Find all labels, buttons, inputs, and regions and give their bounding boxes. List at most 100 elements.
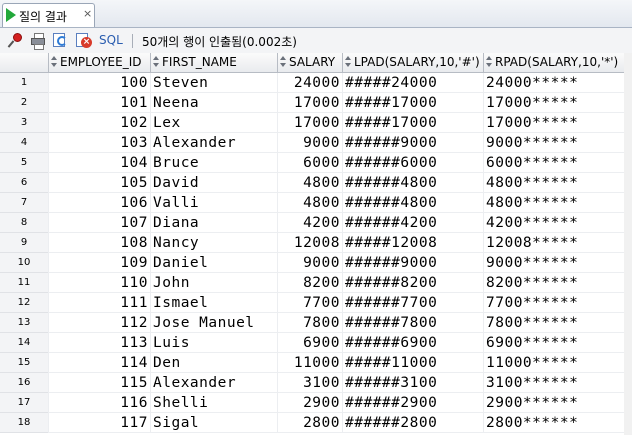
cell-employee-id[interactable]: 100 <box>48 73 150 93</box>
table-row[interactable]: 13 112 Jose Manuel 7800 ######7800 7800****** <box>0 313 632 333</box>
cell-lpad[interactable]: ######4800 <box>342 193 483 213</box>
cell-salary[interactable]: 8200 <box>277 273 342 293</box>
cell-first-name[interactable]: Ismael <box>150 293 277 313</box>
cell-lpad[interactable]: #####17000 <box>342 93 483 113</box>
print-icon[interactable] <box>30 32 46 50</box>
table-row[interactable]: 2 101 Neena 17000 #####17000 17000***** <box>0 93 632 113</box>
cell-rpad[interactable]: 9000****** <box>483 133 624 153</box>
table-row[interactable]: 17 116 Shelli 2900 ######2900 2900****** <box>0 393 632 413</box>
cell-lpad[interactable]: ######9000 <box>342 133 483 153</box>
cell-lpad[interactable]: ######4200 <box>342 213 483 233</box>
cell-rpad[interactable]: 7700****** <box>483 293 624 313</box>
cell-salary[interactable]: 17000 <box>277 93 342 113</box>
row-number[interactable]: 11 <box>0 273 48 293</box>
cell-salary[interactable]: 6000 <box>277 153 342 173</box>
cell-rpad[interactable]: 2800****** <box>483 413 624 433</box>
cell-rpad[interactable]: 17000***** <box>483 93 624 113</box>
cell-employee-id[interactable]: 115 <box>48 373 150 393</box>
row-number[interactable]: 15 <box>0 353 48 373</box>
row-number[interactable]: 8 <box>0 213 48 233</box>
row-number[interactable]: 4 <box>0 133 48 153</box>
cell-first-name[interactable]: Alexander <box>150 373 277 393</box>
cell-salary[interactable]: 2800 <box>277 413 342 433</box>
cell-rpad[interactable]: 4800****** <box>483 193 624 213</box>
table-row[interactable]: 12 111 Ismael 7700 ######7700 7700****** <box>0 293 632 313</box>
table-row[interactable]: 15 114 Den 11000 #####11000 11000***** <box>0 353 632 373</box>
table-row[interactable]: 7 106 Valli 4800 ######4800 4800****** <box>0 193 632 213</box>
row-number[interactable]: 12 <box>0 293 48 313</box>
vertical-scrollbar[interactable] <box>624 53 632 435</box>
cell-first-name[interactable]: David <box>150 173 277 193</box>
row-number[interactable]: 18 <box>0 413 48 433</box>
cell-salary[interactable]: 4800 <box>277 173 342 193</box>
table-row[interactable]: 14 113 Luis 6900 ######6900 6900****** <box>0 333 632 353</box>
cell-salary[interactable]: 2900 <box>277 393 342 413</box>
row-number[interactable]: 7 <box>0 193 48 213</box>
cell-lpad[interactable]: ######2900 <box>342 393 483 413</box>
cell-first-name[interactable]: Bruce <box>150 153 277 173</box>
tab-query-result[interactable]: 질의 결과 × <box>2 3 95 27</box>
cell-employee-id[interactable]: 110 <box>48 273 150 293</box>
cell-lpad[interactable]: #####17000 <box>342 113 483 133</box>
cell-first-name[interactable]: Alexander <box>150 133 277 153</box>
cell-employee-id[interactable]: 102 <box>48 113 150 133</box>
table-row[interactable]: 1 100 Steven 24000 #####24000 24000***** <box>0 73 632 93</box>
cell-lpad[interactable]: ######7700 <box>342 293 483 313</box>
cell-first-name[interactable]: John <box>150 273 277 293</box>
cell-first-name[interactable]: Luis <box>150 333 277 353</box>
close-icon[interactable]: × <box>83 7 92 20</box>
cell-lpad[interactable]: ######6900 <box>342 333 483 353</box>
cell-lpad[interactable]: #####12008 <box>342 233 483 253</box>
cell-first-name[interactable]: Neena <box>150 93 277 113</box>
row-number[interactable]: 16 <box>0 373 48 393</box>
cell-salary[interactable]: 9000 <box>277 133 342 153</box>
cell-employee-id[interactable]: 103 <box>48 133 150 153</box>
cell-first-name[interactable]: Valli <box>150 193 277 213</box>
cell-first-name[interactable]: Sigal <box>150 413 277 433</box>
cell-rpad[interactable]: 7800****** <box>483 313 624 333</box>
cell-rpad[interactable]: 12008***** <box>483 233 624 253</box>
column-header-employee-id[interactable]: EMPLOYEE_ID <box>48 53 150 72</box>
cancel-query-icon[interactable]: × <box>76 32 92 48</box>
cell-lpad[interactable]: ######3100 <box>342 373 483 393</box>
cell-lpad[interactable]: ######8200 <box>342 273 483 293</box>
cell-rpad[interactable]: 6900****** <box>483 333 624 353</box>
cell-employee-id[interactable]: 113 <box>48 333 150 353</box>
row-number[interactable]: 10 <box>0 253 48 273</box>
table-row[interactable]: 9 108 Nancy 12008 #####12008 12008***** <box>0 233 632 253</box>
cell-salary[interactable]: 12008 <box>277 233 342 253</box>
cell-employee-id[interactable]: 106 <box>48 193 150 213</box>
cell-salary[interactable]: 17000 <box>277 113 342 133</box>
cell-salary[interactable]: 11000 <box>277 353 342 373</box>
cell-lpad[interactable]: ######9000 <box>342 253 483 273</box>
cell-rpad[interactable]: 17000***** <box>483 113 624 133</box>
cell-employee-id[interactable]: 104 <box>48 153 150 173</box>
table-row[interactable]: 8 107 Diana 4200 ######4200 4200****** <box>0 213 632 233</box>
column-header-first-name[interactable]: FIRST_NAME <box>150 53 277 72</box>
cell-salary[interactable]: 6900 <box>277 333 342 353</box>
row-number[interactable]: 17 <box>0 393 48 413</box>
table-row[interactable]: 10 109 Daniel 9000 ######9000 9000****** <box>0 253 632 273</box>
cell-salary[interactable]: 9000 <box>277 253 342 273</box>
row-number[interactable]: 2 <box>0 93 48 113</box>
cell-employee-id[interactable]: 116 <box>48 393 150 413</box>
cell-lpad[interactable]: ######4800 <box>342 173 483 193</box>
table-row[interactable]: 3 102 Lex 17000 #####17000 17000***** <box>0 113 632 133</box>
cell-employee-id[interactable]: 108 <box>48 233 150 253</box>
cell-rpad[interactable]: 8200****** <box>483 273 624 293</box>
cell-lpad[interactable]: ######2800 <box>342 413 483 433</box>
cell-employee-id[interactable]: 107 <box>48 213 150 233</box>
cell-first-name[interactable]: Daniel <box>150 253 277 273</box>
refresh-icon[interactable] <box>52 32 68 48</box>
cell-rpad[interactable]: 6000****** <box>483 153 624 173</box>
table-row[interactable]: 18 117 Sigal 2800 ######2800 2800****** <box>0 413 632 433</box>
cell-first-name[interactable]: Jose Manuel <box>150 313 277 333</box>
cell-employee-id[interactable]: 109 <box>48 253 150 273</box>
row-number[interactable]: 1 <box>0 73 48 93</box>
cell-rpad[interactable]: 4800****** <box>483 173 624 193</box>
table-row[interactable]: 6 105 David 4800 ######4800 4800****** <box>0 173 632 193</box>
cell-first-name[interactable]: Shelli <box>150 393 277 413</box>
cell-employee-id[interactable]: 114 <box>48 353 150 373</box>
row-number[interactable]: 5 <box>0 153 48 173</box>
cell-salary[interactable]: 3100 <box>277 373 342 393</box>
